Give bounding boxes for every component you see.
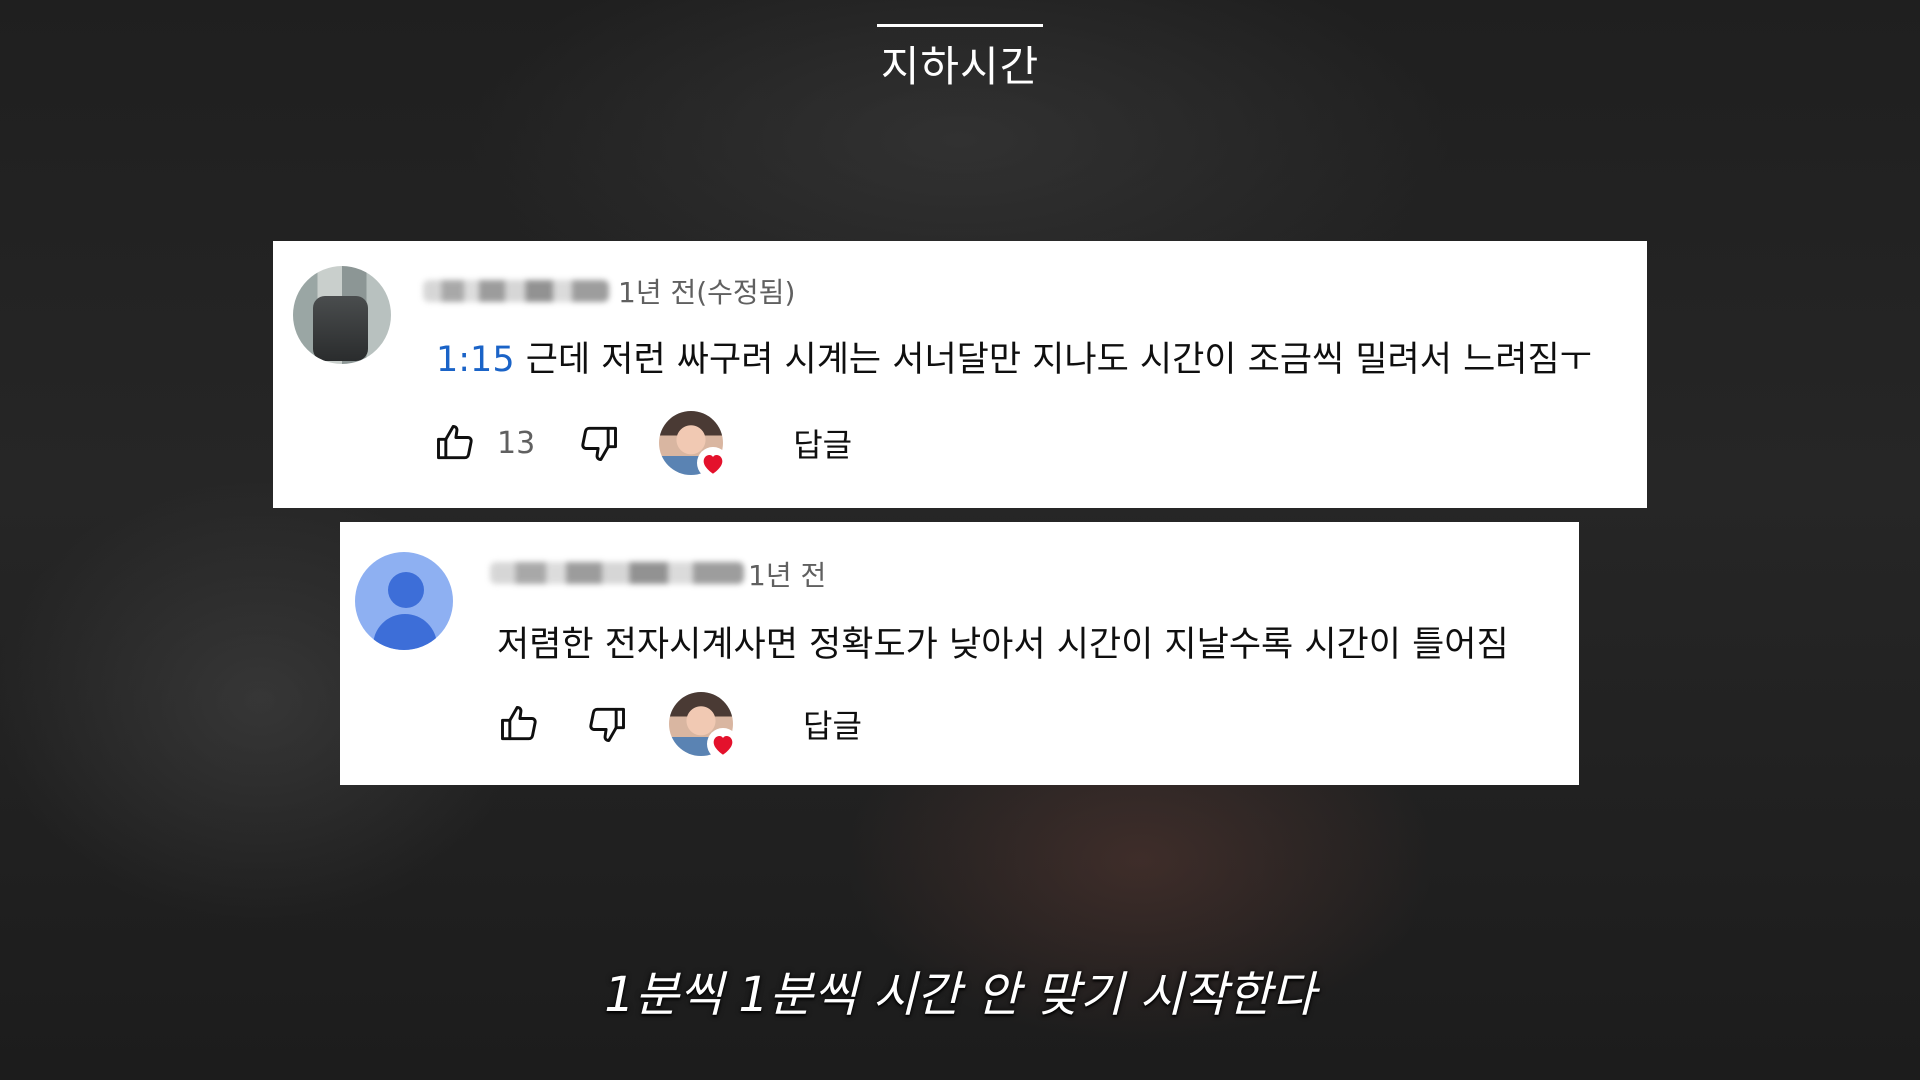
heart-icon [707, 728, 739, 760]
comment-text: 저렴한 전자시계사면 정확도가 낮아서 시간이 지날수록 시간이 틀어짐 [497, 625, 1509, 665]
comment-time: 1년 전(수정됨) [618, 276, 796, 309]
timestamp-link[interactable]: 1:15 [436, 340, 515, 380]
commenter-avatar[interactable] [293, 266, 391, 364]
default-avatar-icon[interactable] [355, 552, 453, 650]
creator-heart-icon [669, 692, 739, 760]
blurred-username [423, 280, 609, 302]
comment-actions: 13 답글 [431, 411, 852, 479]
thumbs-up-icon[interactable] [431, 419, 479, 467]
comment-time: 1년 전 [748, 559, 827, 592]
thumbs-up-icon[interactable] [495, 700, 543, 748]
reply-button[interactable]: 답글 [803, 701, 862, 747]
comment-text: 근데 저런 싸구려 시계는 서너달만 지나도 시간이 조금씩 밀려서 느려짐ㅜ [525, 340, 1592, 380]
thumbs-down-icon[interactable] [583, 700, 631, 748]
comment-card: 1년 전(수정됨) 1:15 근데 저런 싸구려 시계는 서너달만 지나도 시간… [273, 241, 1647, 508]
like-count: 13 [497, 425, 536, 461]
comment-text-line: 1:15 근데 저런 싸구려 시계는 서너달만 지나도 시간이 조금씩 밀려서 … [436, 331, 1592, 382]
channel-title: 지하시간 [0, 24, 1920, 94]
creator-heart-icon [659, 411, 730, 479]
blurred-username [490, 562, 744, 584]
reply-button[interactable]: 답글 [793, 420, 852, 466]
video-subtitle: 1분씩 1분씩 시간 안 맞기 시작한다 [604, 967, 1316, 1023]
reply-card: 1년 전 저렴한 전자시계사면 정확도가 낮아서 시간이 지날수록 시간이 틀어… [340, 522, 1579, 785]
heart-icon [697, 447, 730, 479]
comment-actions: 답글 [495, 692, 862, 760]
thumbs-down-icon[interactable] [575, 419, 623, 467]
channel-title-text: 지하시간 [876, 24, 1044, 94]
